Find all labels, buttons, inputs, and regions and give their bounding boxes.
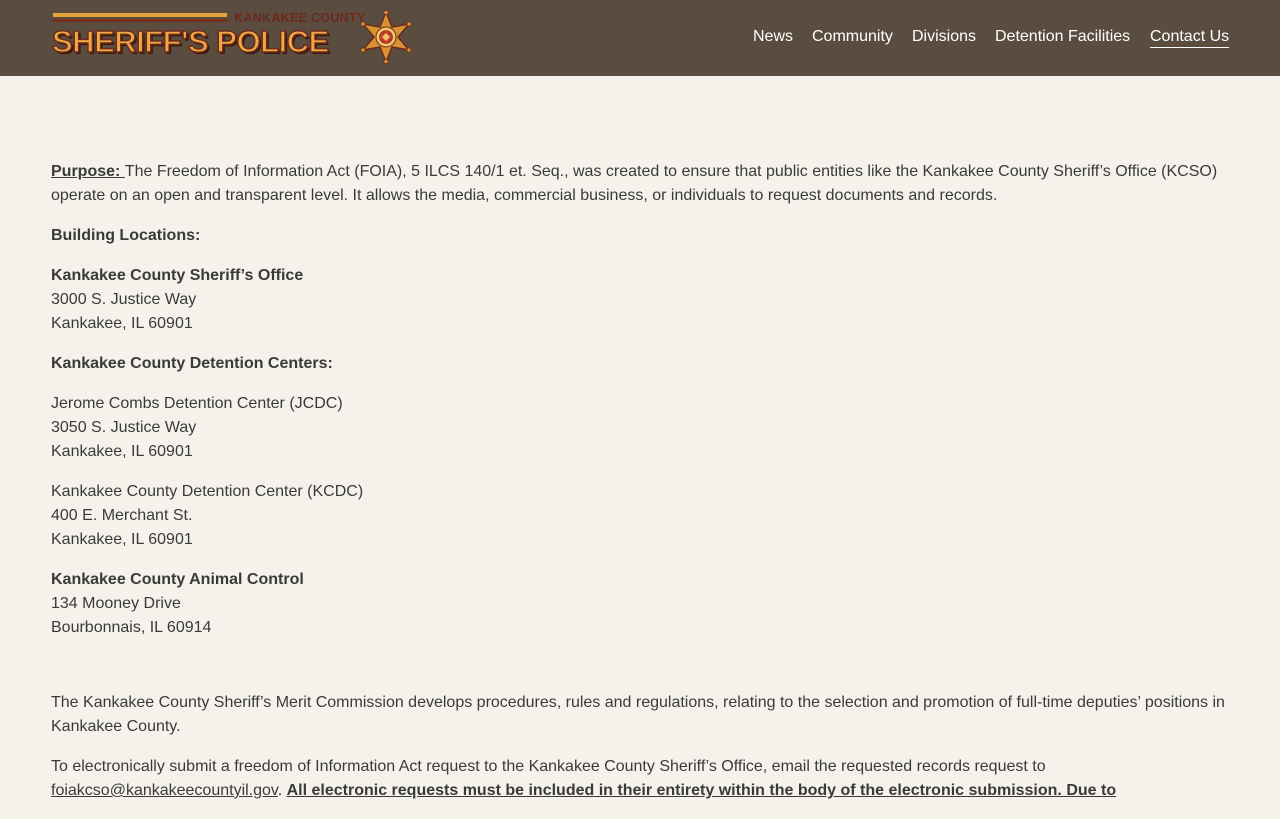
purpose-text: The Freedom of Information Act (FOIA), 5… (51, 163, 1218, 204)
nav-contact-us[interactable]: Contact Us (1150, 28, 1230, 48)
detention-centers-heading-text: Kankakee County Detention Centers: (51, 355, 333, 372)
merit-commission-paragraph: The Kankakee County Sheriff’s Merit Comm… (51, 694, 1225, 735)
jcdc-street: 3050 S. Justice Way (51, 419, 197, 436)
foia-email-link[interactable]: foiakcso@kankakeecountyil.gov (51, 782, 278, 799)
kcdc-address: Kankakee County Detention Center (KCDC) … (51, 480, 1231, 552)
logo-stripe-gold (53, 13, 227, 17)
sheriff-office-street: 3000 S. Justice Way (51, 291, 197, 308)
kcdc-name: Kankakee County Detention Center (KCDC) (51, 483, 364, 500)
animal-control-name: Kankakee County Animal Control (51, 571, 304, 588)
purpose-paragraph: Purpose: The Freedom of Information Act … (51, 160, 1231, 208)
kcdc-street: 400 E. Merchant St. (51, 507, 193, 524)
sheriff-office-name: Kankakee County Sheriff’s Office (51, 267, 304, 284)
logo-title-text: SHERIFF'S POLICE (51, 23, 330, 60)
nav-community[interactable]: Community (812, 28, 893, 46)
logo-stripe-red (53, 19, 227, 22)
animal-control-street: 134 Mooney Drive (51, 595, 181, 612)
sheriff-office-address: Kankakee County Sheriff’s Office 3000 S.… (51, 264, 1231, 336)
jcdc-name: Jerome Combs Detention Center (JCDC) (51, 395, 343, 412)
nav-news[interactable]: News (753, 28, 793, 46)
submit-text: To electronically submit a freedom of In… (51, 758, 1046, 775)
animal-control-city: Bourbonnais, IL 60914 (51, 619, 212, 636)
main-content: Purpose: The Freedom of Information Act … (51, 160, 1231, 819)
detention-centers-heading: Kankakee County Detention Centers: (51, 352, 1231, 376)
building-locations-heading: Building Locations: (51, 224, 1231, 248)
jcdc-address: Jerome Combs Detention Center (JCDC) 305… (51, 392, 1231, 464)
sheriff-star-icon (360, 10, 412, 64)
nav-detention-facilities[interactable]: Detention Facilities (995, 28, 1130, 46)
purpose-label: Purpose: (51, 163, 125, 180)
jcdc-city: Kankakee, IL 60901 (51, 443, 193, 460)
logo-county-text: KANKAKEE COUNTY (234, 11, 366, 25)
site-logo[interactable]: KANKAKEE COUNTY SHERIFF'S POLICE (51, 10, 413, 66)
kcdc-city: Kankakee, IL 60901 (51, 531, 193, 548)
animal-control-address: Kankakee County Animal Control 134 Moone… (51, 568, 1231, 640)
site-header: KANKAKEE COUNTY SHERIFF'S POLICE News Co… (0, 0, 1280, 76)
submit-request-paragraph: To electronically submit a freedom of In… (51, 755, 1231, 803)
sheriff-office-city: Kankakee, IL 60901 (51, 315, 193, 332)
nav-divisions[interactable]: Divisions (912, 28, 976, 46)
building-locations-heading-text: Building Locations: (51, 227, 201, 244)
after-email-text: . (277, 782, 287, 799)
electronic-request-note: All electronic requests must be included… (286, 782, 1117, 799)
